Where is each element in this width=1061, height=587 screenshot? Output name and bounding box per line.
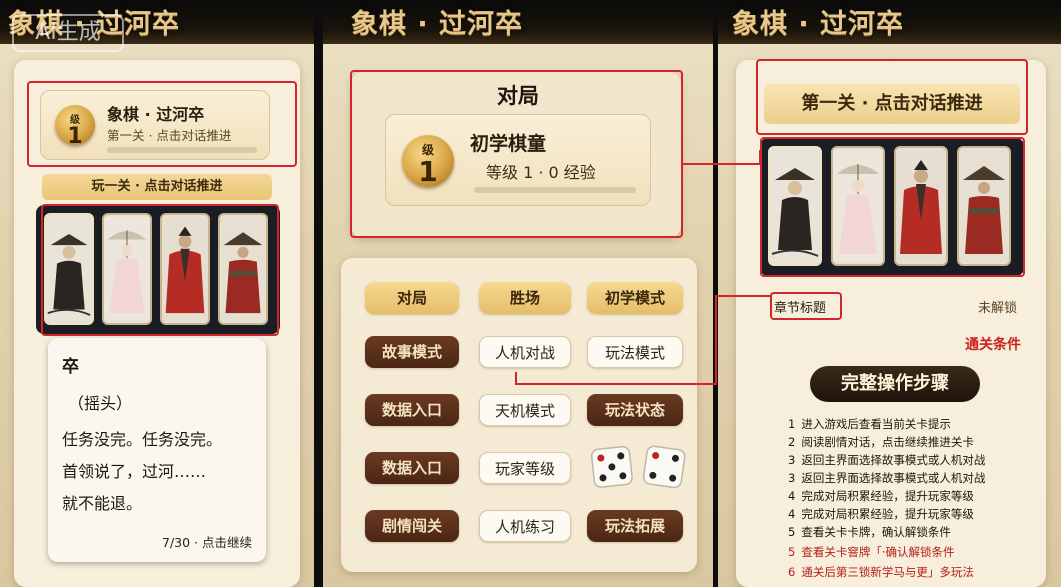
player-exp: 等级 1 · 0 经验: [486, 163, 596, 182]
red-robed-scholar-icon: [162, 217, 208, 321]
panel-divider: [314, 0, 323, 587]
step-item: 1 进入游戏后查看当前关卡提示: [788, 416, 951, 432]
exp-bar: [474, 187, 636, 193]
step-text: 返回主界面选择故事模式或人机对战: [801, 471, 986, 485]
step-item: 6 通关后第三锁新学马与更」多玩法: [788, 564, 974, 580]
menu-button[interactable]: 天机模式: [479, 394, 571, 426]
character-card-elder[interactable]: [768, 146, 822, 266]
section-heading: 对局: [497, 84, 539, 108]
panel-story-dialog: 象棋 · 过河卒 级 1 象棋 · 过河卒 第一关 · 点击对话推进 玩一关 ·…: [0, 0, 314, 587]
dialog-line: 首领说了，过河……: [62, 462, 207, 481]
character-card-lady[interactable]: [831, 146, 885, 266]
step-number: 3: [788, 453, 796, 467]
step-text: 查看关卡卡牌，确认解锁条件: [801, 525, 951, 539]
dialog-line: 任务没完。任务没完。: [62, 430, 223, 449]
umbrella-lady-icon: [833, 150, 883, 262]
level-medal-icon: 级 1: [55, 105, 95, 149]
speaker-name: 卒: [62, 357, 79, 377]
step-text: 返回主界面选择故事模式或人机对战: [801, 453, 986, 467]
menu-button[interactable]: 剧情闯关: [365, 510, 459, 542]
player-level-card[interactable]: 级 1 初学棋童 等级 1 · 0 经验: [385, 114, 651, 206]
stage-title: 第一关 · 点击对话推进: [764, 84, 1020, 124]
step-item: 3 返回主界面选择故事模式或人机对战: [788, 470, 985, 486]
character-card-scholar[interactable]: [160, 213, 210, 325]
step-text: 进入游戏后查看当前关卡提示: [801, 417, 951, 431]
menu-button[interactable]: 数据入口: [365, 394, 459, 426]
dialog-line: 就不能退。: [62, 494, 143, 513]
game-name: 象棋 · 过河卒: [107, 105, 205, 124]
step-number: 6: [788, 565, 796, 579]
bamboo-hat-warrior-icon: [959, 150, 1009, 262]
step-text: 查看关卡窨牌「·确认解锁条件: [801, 545, 955, 559]
step-number: 3: [788, 471, 796, 485]
panel-main-menu: 象棋 · 过河卒 对局 级 1 初学棋童 等级 1 · 0 经验 对局 胜场 初学模…: [323, 0, 713, 587]
chapter-title-label: 章节标题: [774, 301, 827, 316]
step-item: 5 查看关卡窨牌「·确认解锁条件: [788, 544, 954, 560]
bamboo-hat-elder-icon: [46, 217, 92, 321]
locked-status: 未解锁: [977, 301, 1017, 316]
step-text: 完成对局积累经验，提升玩家等级: [801, 507, 974, 521]
level-medal-icon: 级 1: [402, 135, 454, 187]
step-item: 4 完成对局积累经验，提升玩家等级: [788, 506, 974, 522]
character-card-lady[interactable]: [102, 213, 152, 325]
stage-subtitle: 第一关 · 点击对话推进: [107, 128, 232, 143]
dialog-box[interactable]: 卒 （摇头） 任务没完。任务没完。 首领说了，过河…… 就不能退。 7/30 ·…: [48, 338, 266, 562]
dialog-action: （摇头）: [68, 394, 133, 413]
red-robed-scholar-icon: [896, 150, 946, 262]
menu-button[interactable]: 人机练习: [479, 510, 571, 542]
screenshot-root: AI生成 象棋 · 过河卒 级 1 象棋 · 过河卒 第一关 · 点击对话推进 …: [0, 0, 1061, 587]
step-number: 2: [788, 435, 796, 449]
panel-stage-guide: 象棋 · 过河卒 第一关 · 点击对话推进 章节标题 未解锁 通关条件 完整操作…: [718, 0, 1061, 587]
umbrella-lady-icon: [104, 217, 150, 321]
menu-button[interactable]: 玩法状态: [587, 394, 683, 426]
menu-button[interactable]: 数据入口: [365, 452, 459, 484]
menu-button[interactable]: 对局: [365, 282, 459, 314]
steps-heading: 完整操作步骤: [810, 366, 980, 402]
dialog-progress[interactable]: 7/30 · 点击继续: [162, 532, 252, 551]
step-item: 3 返回主界面选择故事模式或人机对战: [788, 452, 985, 468]
menu-button[interactable]: 玩法模式: [587, 336, 683, 368]
character-card-warrior[interactable]: [218, 213, 268, 325]
step-text: 完成对局积累经验，提升玩家等级: [801, 489, 974, 503]
character-card-scholar[interactable]: [894, 146, 948, 266]
step-number: 5: [788, 525, 796, 539]
stage-strip: 玩一关 · 点击对话推进: [42, 174, 272, 200]
step-number: 1: [788, 417, 796, 431]
clear-condition: 通关条件: [965, 337, 1021, 353]
menu-button[interactable]: 胜场: [479, 282, 571, 314]
step-item: 5 查看关卡卡牌，确认解锁条件: [788, 524, 951, 540]
top-bar: 象棋 · 过河卒: [718, 0, 1061, 44]
dice-icon: [590, 445, 686, 489]
step-number: 5: [788, 545, 796, 559]
character-row: [760, 138, 1024, 276]
game-title: 象棋 · 过河卒: [732, 9, 905, 40]
step-item: 4 完成对局积累经验，提升玩家等级: [788, 488, 974, 504]
level-value: 1: [418, 155, 438, 188]
progress-bar: [107, 147, 257, 153]
level-card[interactable]: 级 1 象棋 · 过河卒 第一关 · 点击对话推进: [40, 90, 270, 160]
character-card-warrior[interactable]: [957, 146, 1011, 266]
step-number: 4: [788, 489, 796, 503]
menu-button[interactable]: 玩家等级: [479, 452, 571, 484]
level-value: 1: [67, 124, 83, 149]
bamboo-hat-warrior-icon: [220, 217, 266, 321]
game-title: 象棋 · 过河卒: [351, 9, 524, 40]
ai-watermark: AI生成: [12, 14, 124, 52]
bamboo-hat-elder-icon: [770, 150, 820, 262]
menu-button[interactable]: 故事模式: [365, 336, 459, 368]
menu-button[interactable]: 玩法拓展: [587, 510, 683, 542]
step-item: 2 阅读剧情对话，点击继续推进关卡: [788, 434, 974, 450]
player-rank: 初学棋童: [470, 133, 547, 155]
menu-button[interactable]: 初学模式: [587, 282, 683, 314]
menu-button[interactable]: 人机对战: [479, 336, 571, 368]
character-row: [36, 205, 280, 334]
top-bar: 象棋 · 过河卒: [323, 0, 713, 44]
step-number: 4: [788, 507, 796, 521]
step-text: 通关后第三锁新学马与更」多玩法: [801, 565, 974, 579]
character-card-elder[interactable]: [44, 213, 94, 325]
step-text: 阅读剧情对话，点击继续推进关卡: [801, 435, 974, 449]
